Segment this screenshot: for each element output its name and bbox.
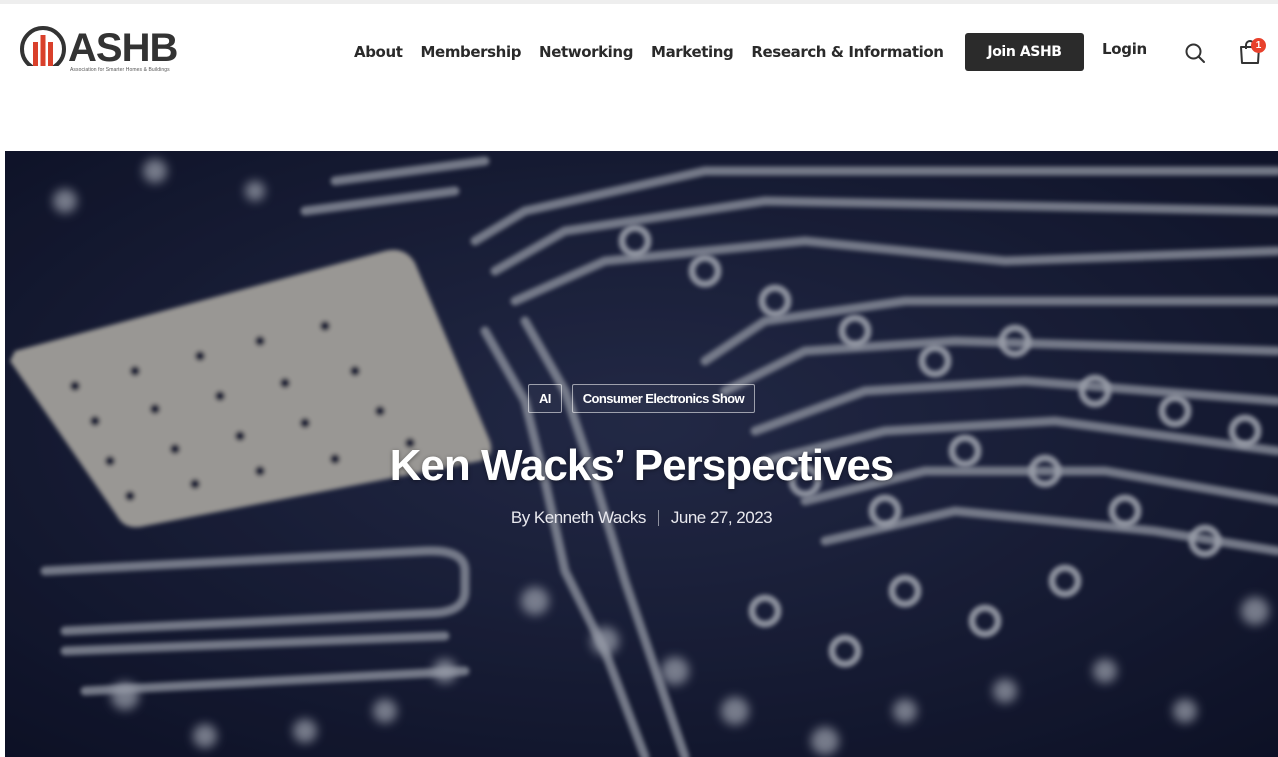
nav-item-networking[interactable]: Networking: [539, 43, 633, 61]
logo-tagline: Association for Smarter Homes & Building…: [70, 67, 170, 73]
cart-count-badge: 1: [1251, 38, 1266, 53]
login-link[interactable]: Login: [1102, 40, 1147, 58]
article-meta: By Kenneth Wacks June 27, 2023: [5, 508, 1278, 528]
nav-item-marketing[interactable]: Marketing: [651, 43, 734, 61]
meta-separator: [657, 510, 659, 526]
nav-item-research[interactable]: Research & Information: [751, 43, 944, 61]
logo-wordmark: ASHB: [68, 26, 178, 70]
logo-mark-icon: [20, 26, 66, 72]
site-logo[interactable]: ASHB Association for Smarter Homes & Bui…: [20, 26, 195, 78]
search-icon[interactable]: [1184, 42, 1206, 64]
tag-consumer-electronics-show[interactable]: Consumer Electronics Show: [571, 384, 756, 413]
tag-ai[interactable]: AI: [527, 384, 562, 413]
hero-banner: AI Consumer Electronics Show Ken Wacks’ …: [5, 151, 1278, 757]
category-tags: AI Consumer Electronics Show: [5, 384, 1278, 413]
article-author[interactable]: By Kenneth Wacks: [511, 508, 647, 528]
article-title: Ken Wacks’ Perspectives: [389, 441, 895, 490]
article-date: June 27, 2023: [670, 508, 773, 527]
nav-item-about[interactable]: About: [354, 43, 403, 61]
main-nav: About Membership Networking Marketing Re…: [354, 40, 962, 64]
site-header: ASHB Association for Smarter Homes & Bui…: [0, 4, 1278, 151]
join-button[interactable]: Join ASHB: [965, 33, 1084, 71]
nav-item-membership[interactable]: Membership: [421, 43, 522, 61]
